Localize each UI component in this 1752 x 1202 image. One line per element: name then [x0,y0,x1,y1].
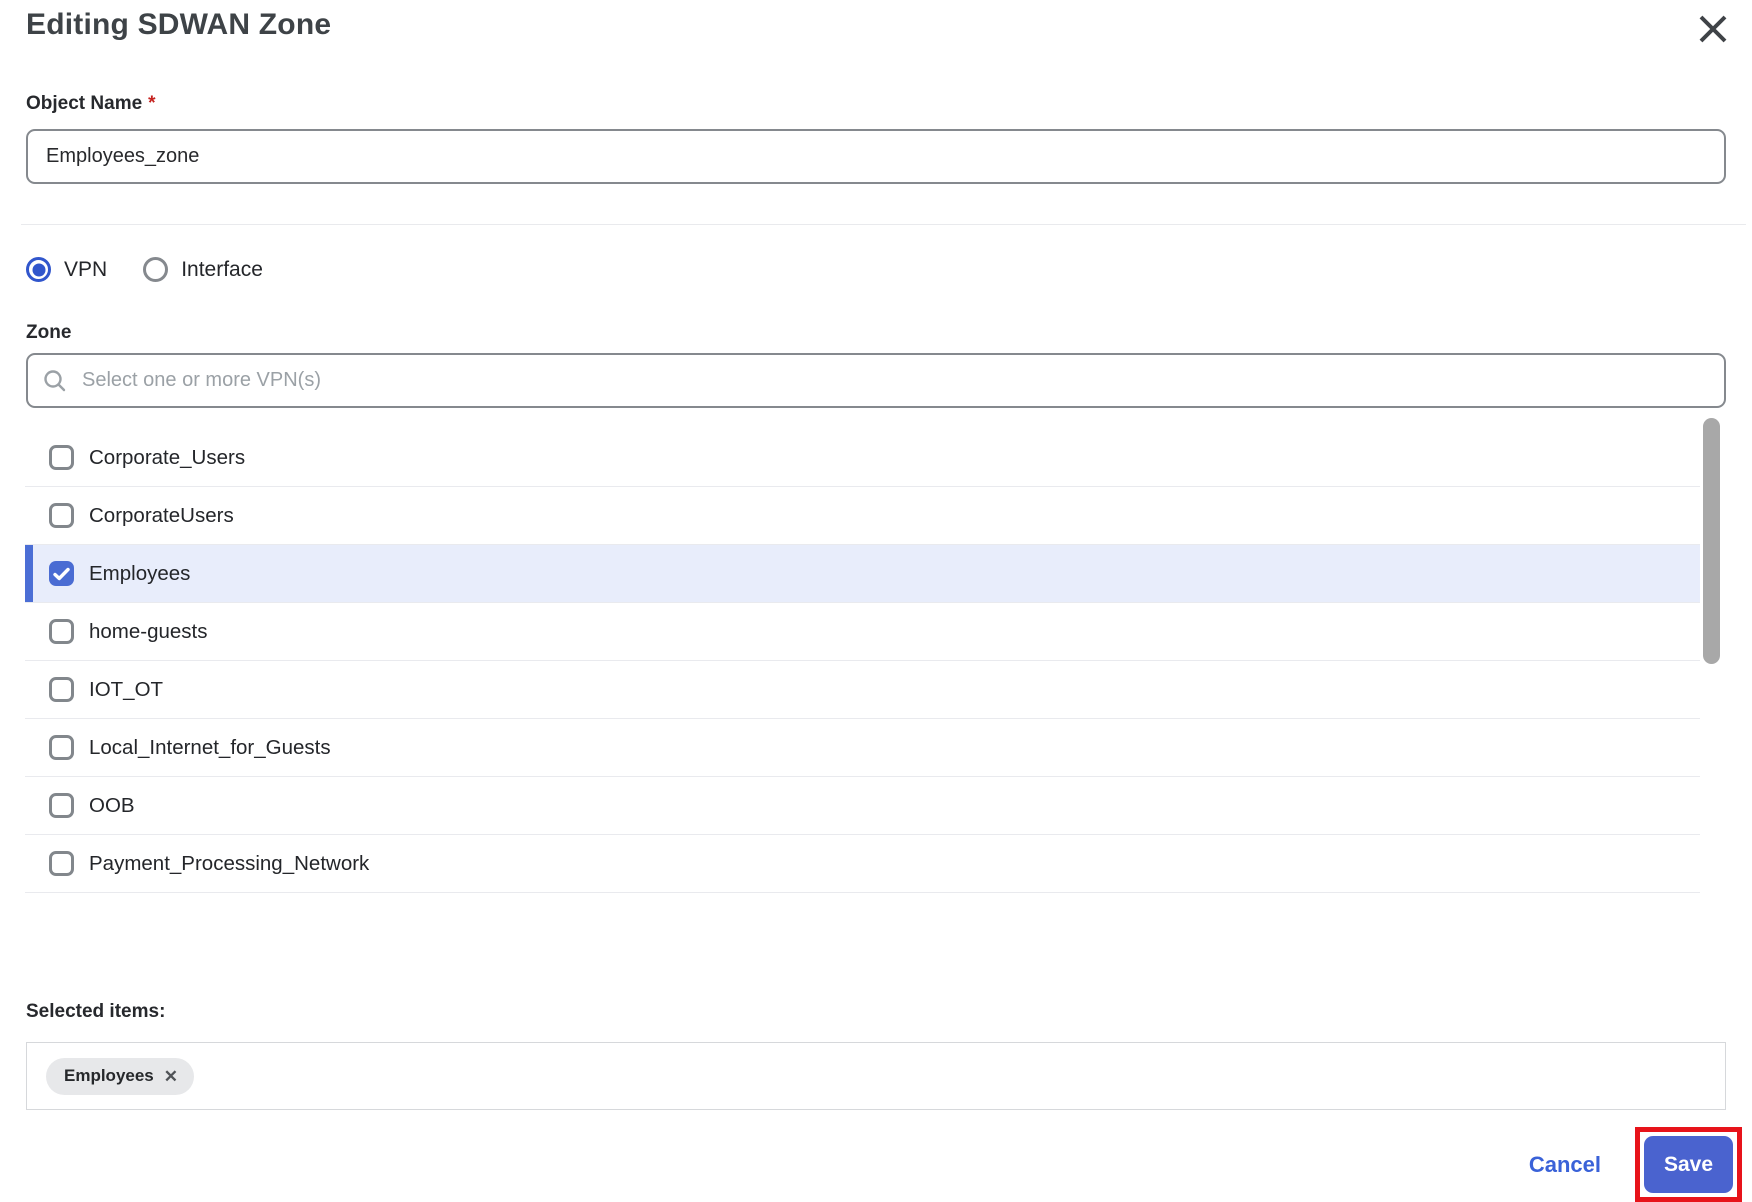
vpn-row-label: home-guests [89,620,208,644]
vpn-row-label: Corporate_Users [89,446,245,470]
cancel-button[interactable]: Cancel [1529,1152,1601,1178]
vpn-row-label: Local_Internet_for_Guests [89,736,331,760]
save-button[interactable]: Save [1644,1136,1733,1193]
vpn-row-label: IOT_OT [89,678,163,702]
vpn-row-label: CorporateUsers [89,504,234,528]
close-icon [1694,36,1732,51]
zone-search [26,353,1726,408]
vpn-search-input[interactable] [26,353,1726,408]
annotation-highlight-box: Save [1635,1127,1742,1202]
checkbox-unchecked-icon[interactable] [49,619,74,644]
close-button[interactable] [1692,8,1734,53]
selected-items-label: Selected items: [26,1001,1726,1023]
checkbox-unchecked-icon[interactable] [49,851,74,876]
checkbox-unchecked-icon[interactable] [49,445,74,470]
vpn-row-label: Employees [89,562,190,586]
zone-type-radio-group: VPN Interface [26,257,1726,282]
checkbox-checked-icon[interactable] [49,561,74,586]
edit-sdwan-zone-dialog: Editing SDWAN Zone Object Name * VPN Inte… [0,0,1752,1202]
section-divider [21,224,1746,225]
chip-remove-icon[interactable]: ✕ [164,1068,178,1085]
checkbox-unchecked-icon[interactable] [49,677,74,702]
object-name-input[interactable] [26,129,1726,184]
required-asterisk: * [148,93,155,114]
zone-label: Zone [26,322,1726,344]
dialog-footer: Cancel Save [26,1127,1742,1202]
vpn-row-label: OOB [89,794,135,818]
checkbox-unchecked-icon[interactable] [49,735,74,760]
radio-unselected-icon [143,257,168,282]
vpn-row-employees[interactable]: Employees [25,545,1700,603]
vpn-row-corporateusers[interactable]: CorporateUsers [25,487,1700,545]
object-name-label: Object Name * [26,93,1726,115]
vpn-list: Corporate_Users CorporateUsers Employees… [25,429,1700,893]
search-icon [42,368,68,394]
object-name-label-text: Object Name [26,93,142,114]
dialog-header: Editing SDWAN Zone [26,0,1726,53]
radio-selected-icon [26,257,51,282]
checkbox-unchecked-icon[interactable] [49,793,74,818]
vpn-row-local-internet-for-guests[interactable]: Local_Internet_for_Guests [25,719,1700,777]
dialog-title: Editing SDWAN Zone [26,8,331,42]
radio-option-vpn[interactable]: VPN [26,257,107,282]
vpn-row-home-guests[interactable]: home-guests [25,603,1700,661]
vpn-row-corporate-users[interactable]: Corporate_Users [25,429,1700,487]
vpn-row-iot-ot[interactable]: IOT_OT [25,661,1700,719]
radio-interface-label: Interface [181,258,263,282]
vpn-row-payment-processing-network[interactable]: Payment_Processing_Network [25,835,1700,893]
radio-vpn-label: VPN [64,258,107,282]
chip-label: Employees [64,1066,154,1086]
vpn-row-label: Payment_Processing_Network [89,852,369,876]
selected-chip-employees: Employees ✕ [46,1058,194,1095]
checkbox-unchecked-icon[interactable] [49,503,74,528]
radio-option-interface[interactable]: Interface [143,257,263,282]
vpn-row-oob[interactable]: OOB [25,777,1700,835]
selected-items-container: Employees ✕ [26,1042,1726,1110]
list-scrollbar-thumb[interactable] [1703,418,1720,664]
